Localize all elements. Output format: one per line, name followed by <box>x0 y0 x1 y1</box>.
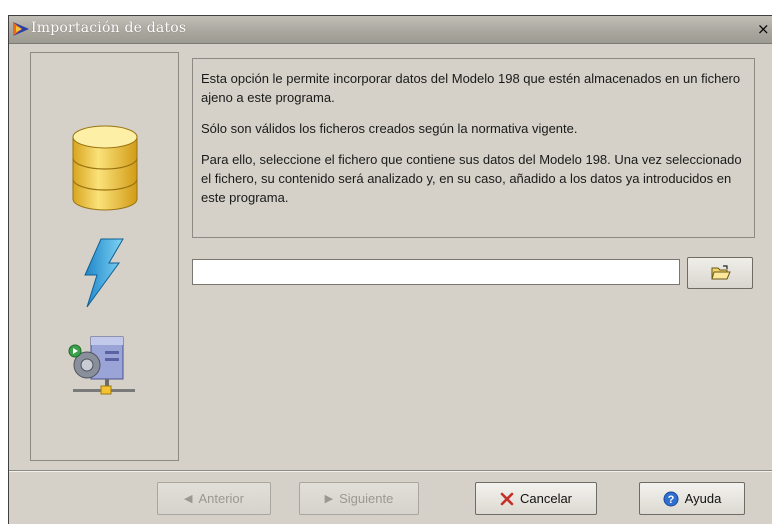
description-box: Esta opción le permite incorporar datos … <box>192 58 755 238</box>
window-title: Importación de datos <box>31 20 187 36</box>
cancel-x-icon <box>500 492 514 505</box>
description-paragraph-3: Para ello, seleccione el fichero que con… <box>201 152 742 205</box>
import-dialog: Importación de datos × Esta opción le pe… <box>8 15 772 524</box>
browse-file-button[interactable] <box>687 257 753 289</box>
title-bar[interactable]: Importación de datos × <box>9 16 772 44</box>
app-icon <box>12 20 30 38</box>
database-icon <box>69 123 141 217</box>
left-arrow-icon: ◀ <box>184 493 193 505</box>
network-server-icon <box>61 331 141 405</box>
lightning-icon <box>79 237 125 313</box>
help-button-label: Ayuda <box>684 491 722 506</box>
next-button[interactable]: ▶ Siguiente <box>299 482 419 515</box>
file-path-input[interactable] <box>192 259 680 285</box>
cancel-button[interactable]: Cancelar <box>475 482 597 515</box>
description-paragraph-2: Sólo son válidos los ficheros creados se… <box>201 121 578 136</box>
svg-text:?: ? <box>667 494 674 506</box>
description-paragraph-1: Esta opción le permite incorporar datos … <box>201 71 741 105</box>
close-icon[interactable]: × <box>757 20 770 38</box>
help-button[interactable]: ? Ayuda <box>639 482 745 515</box>
next-button-label: Siguiente <box>339 491 394 506</box>
back-button[interactable]: ◀ Anterior <box>157 482 271 515</box>
right-arrow-icon: ▶ <box>324 493 334 505</box>
cancel-button-label: Cancelar <box>519 491 573 506</box>
open-folder-icon <box>711 265 731 280</box>
help-icon: ? <box>663 491 679 506</box>
illustration-panel <box>30 52 179 461</box>
back-button-label: Anterior <box>198 491 244 506</box>
